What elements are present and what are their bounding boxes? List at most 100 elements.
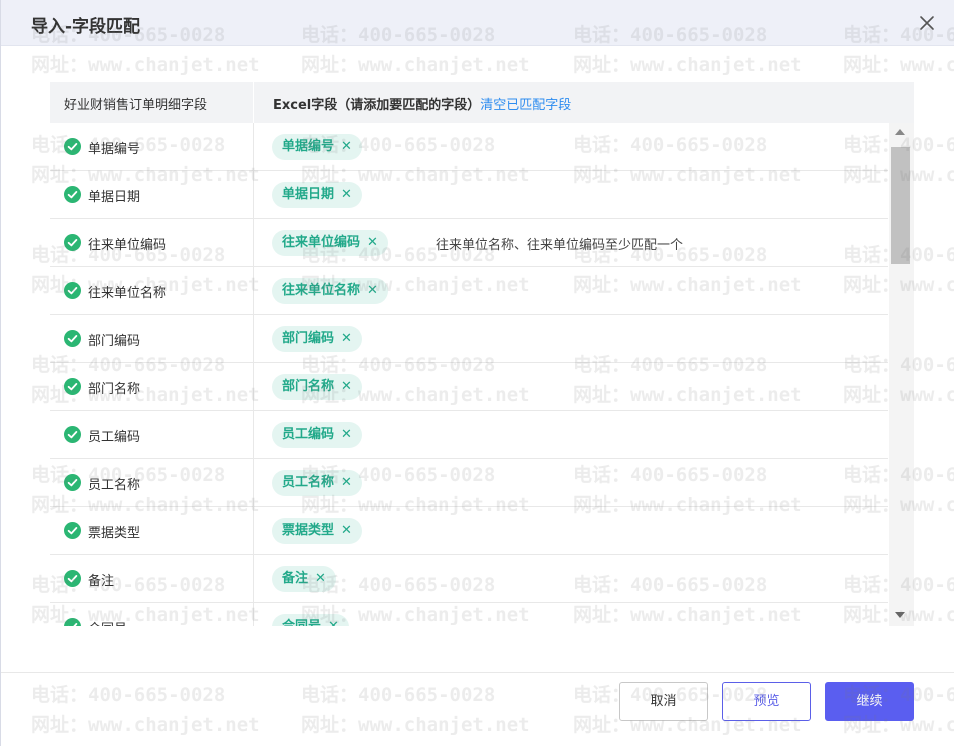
column-divider [253, 603, 254, 626]
check-circle-icon [64, 618, 81, 626]
check-circle-icon [64, 330, 81, 347]
matched-field-tag[interactable]: 合同号 ✕ [272, 614, 349, 626]
column-divider [253, 363, 254, 410]
scroll-down-arrow[interactable] [895, 612, 905, 618]
check-circle-icon [64, 378, 81, 395]
matched-field-tag-label: 员工名称 [282, 475, 335, 490]
matched-field-tag[interactable]: 票据类型 ✕ [272, 518, 362, 544]
column-divider [253, 555, 254, 602]
matched-field-tag-label: 票据类型 [282, 523, 335, 538]
table-row: 备注 备注 ✕ [50, 555, 888, 603]
table-row: 合同号 合同号 ✕ [50, 603, 888, 626]
table-row: 往来单位名称 往来单位名称 ✕ [50, 267, 888, 315]
close-small-icon[interactable]: ✕ [341, 379, 352, 394]
matched-field-tag[interactable]: 备注 ✕ [272, 566, 336, 592]
close-small-icon[interactable]: ✕ [341, 187, 352, 202]
watermark-site: 网址：www.chanjet.net [843, 54, 954, 76]
matched-field-tag[interactable]: 单据编号 ✕ [272, 134, 362, 160]
table-row: 员工名称 员工名称 ✕ [50, 459, 888, 507]
table-row: 往来单位编码 往来单位编码 ✕ 往来单位名称、往来单位编码至少匹配一个 [50, 219, 888, 267]
matched-field-tag[interactable]: 部门编码 ✕ [272, 326, 362, 352]
close-small-icon[interactable]: ✕ [341, 523, 352, 538]
close-small-icon[interactable]: ✕ [341, 475, 352, 490]
footer-divider [1, 672, 954, 673]
table-body: 单据编号 单据编号 ✕ 单据日期 单据日期 ✕ 往来单位编码 往来单位编码 ✕ 往来单位名称、往来… [50, 123, 888, 626]
close-small-icon[interactable]: ✕ [367, 283, 378, 298]
matched-field-tag[interactable]: 员工名称 ✕ [272, 470, 362, 496]
matched-field-tag-label: 单据日期 [282, 187, 335, 202]
table-header: 好业财销售订单明细字段 Excel字段（请添加要匹配的字段）清空已匹配字段 [50, 82, 914, 123]
close-small-icon[interactable]: ✕ [315, 571, 326, 586]
column-divider [253, 123, 254, 170]
matched-field-tag[interactable]: 往来单位名称 ✕ [272, 278, 388, 304]
check-circle-icon [64, 186, 81, 203]
left-column-header: 好业财销售订单明细字段 [64, 98, 208, 113]
scrollbar-thumb[interactable] [891, 147, 910, 264]
check-circle-icon [64, 522, 81, 539]
cancel-button[interactable]: 取消 [619, 682, 708, 721]
check-circle-icon [64, 570, 81, 587]
close-small-icon[interactable]: ✕ [328, 619, 339, 626]
continue-button[interactable]: 继续 [825, 682, 914, 721]
check-circle-icon [64, 138, 81, 155]
column-divider [253, 267, 254, 314]
table-row: 部门编码 部门编码 ✕ [50, 315, 888, 363]
table-row: 单据日期 单据日期 ✕ [50, 171, 888, 219]
matched-field-tag[interactable]: 单据日期 ✕ [272, 182, 362, 208]
field-name: 部门名称 [88, 382, 141, 397]
dialog-header: 导入-字段匹配 [1, 0, 954, 46]
column-divider [253, 459, 254, 506]
watermark-site: 网址：www.chanjet.net [31, 54, 260, 76]
header-divider [253, 82, 254, 123]
matched-field-tag-label: 往来单位名称 [282, 283, 361, 298]
preview-button[interactable]: 预览 [722, 682, 811, 721]
field-name: 往来单位编码 [88, 238, 167, 253]
right-column-header: Excel字段（请添加要匹配的字段）清空已匹配字段 [273, 94, 571, 113]
matched-field-tag[interactable]: 部门名称 ✕ [272, 374, 362, 400]
matched-field-tag-label: 往来单位编码 [282, 235, 361, 250]
field-name: 部门编码 [88, 334, 141, 349]
matched-field-tag-label: 部门名称 [282, 379, 335, 394]
field-name: 票据类型 [88, 526, 141, 541]
clear-matched-link[interactable]: 清空已匹配字段 [480, 98, 571, 113]
check-circle-icon [64, 282, 81, 299]
close-small-icon[interactable]: ✕ [341, 139, 352, 154]
table-row: 单据编号 单据编号 ✕ [50, 123, 888, 171]
watermark-site: 网址：www.chanjet.net [301, 714, 530, 736]
column-divider [253, 411, 254, 458]
watermark-site: 网址：www.chanjet.net [573, 54, 802, 76]
matched-field-tag-label: 备注 [282, 571, 309, 586]
field-name: 备注 [88, 574, 115, 589]
check-circle-icon [64, 474, 81, 491]
matched-field-tag-label: 单据编号 [282, 139, 335, 154]
field-name: 员工名称 [88, 478, 141, 493]
right-column-header-label: Excel字段（请添加要匹配的字段） [273, 98, 481, 113]
close-icon [920, 16, 934, 30]
matched-field-tag-label: 部门编码 [282, 331, 335, 346]
field-name: 单据编号 [88, 142, 141, 157]
table-row: 票据类型 票据类型 ✕ [50, 507, 888, 555]
matched-field-tag[interactable]: 往来单位编码 ✕ [272, 230, 388, 256]
matched-field-tag[interactable]: 员工编码 ✕ [272, 422, 362, 448]
column-divider [253, 219, 254, 266]
check-circle-icon [64, 426, 81, 443]
close-button[interactable] [917, 13, 937, 33]
close-small-icon[interactable]: ✕ [341, 427, 352, 442]
row-hint-text: 往来单位名称、往来单位编码至少匹配一个 [436, 238, 684, 253]
watermark-phone: 电话：400-665-0028 [31, 684, 226, 706]
field-name: 合同号 [88, 618, 127, 626]
column-divider [253, 315, 254, 362]
table-row: 部门名称 部门名称 ✕ [50, 363, 888, 411]
close-small-icon[interactable]: ✕ [341, 331, 352, 346]
watermark-phone: 电话：400-665-0028 [301, 684, 496, 706]
watermark-site: 网址：www.chanjet.net [31, 714, 260, 736]
table-row: 员工编码 员工编码 ✕ [50, 411, 888, 459]
vertical-scrollbar[interactable] [889, 123, 914, 626]
field-mapping-table: 好业财销售订单明细字段 Excel字段（请添加要匹配的字段）清空已匹配字段 单据… [50, 82, 914, 626]
matched-field-tag-label: 合同号 [282, 619, 321, 626]
column-divider [253, 507, 254, 554]
scroll-up-arrow[interactable] [895, 129, 905, 135]
field-name: 往来单位名称 [88, 286, 167, 301]
field-name: 员工编码 [88, 430, 141, 445]
close-small-icon[interactable]: ✕ [367, 235, 378, 250]
